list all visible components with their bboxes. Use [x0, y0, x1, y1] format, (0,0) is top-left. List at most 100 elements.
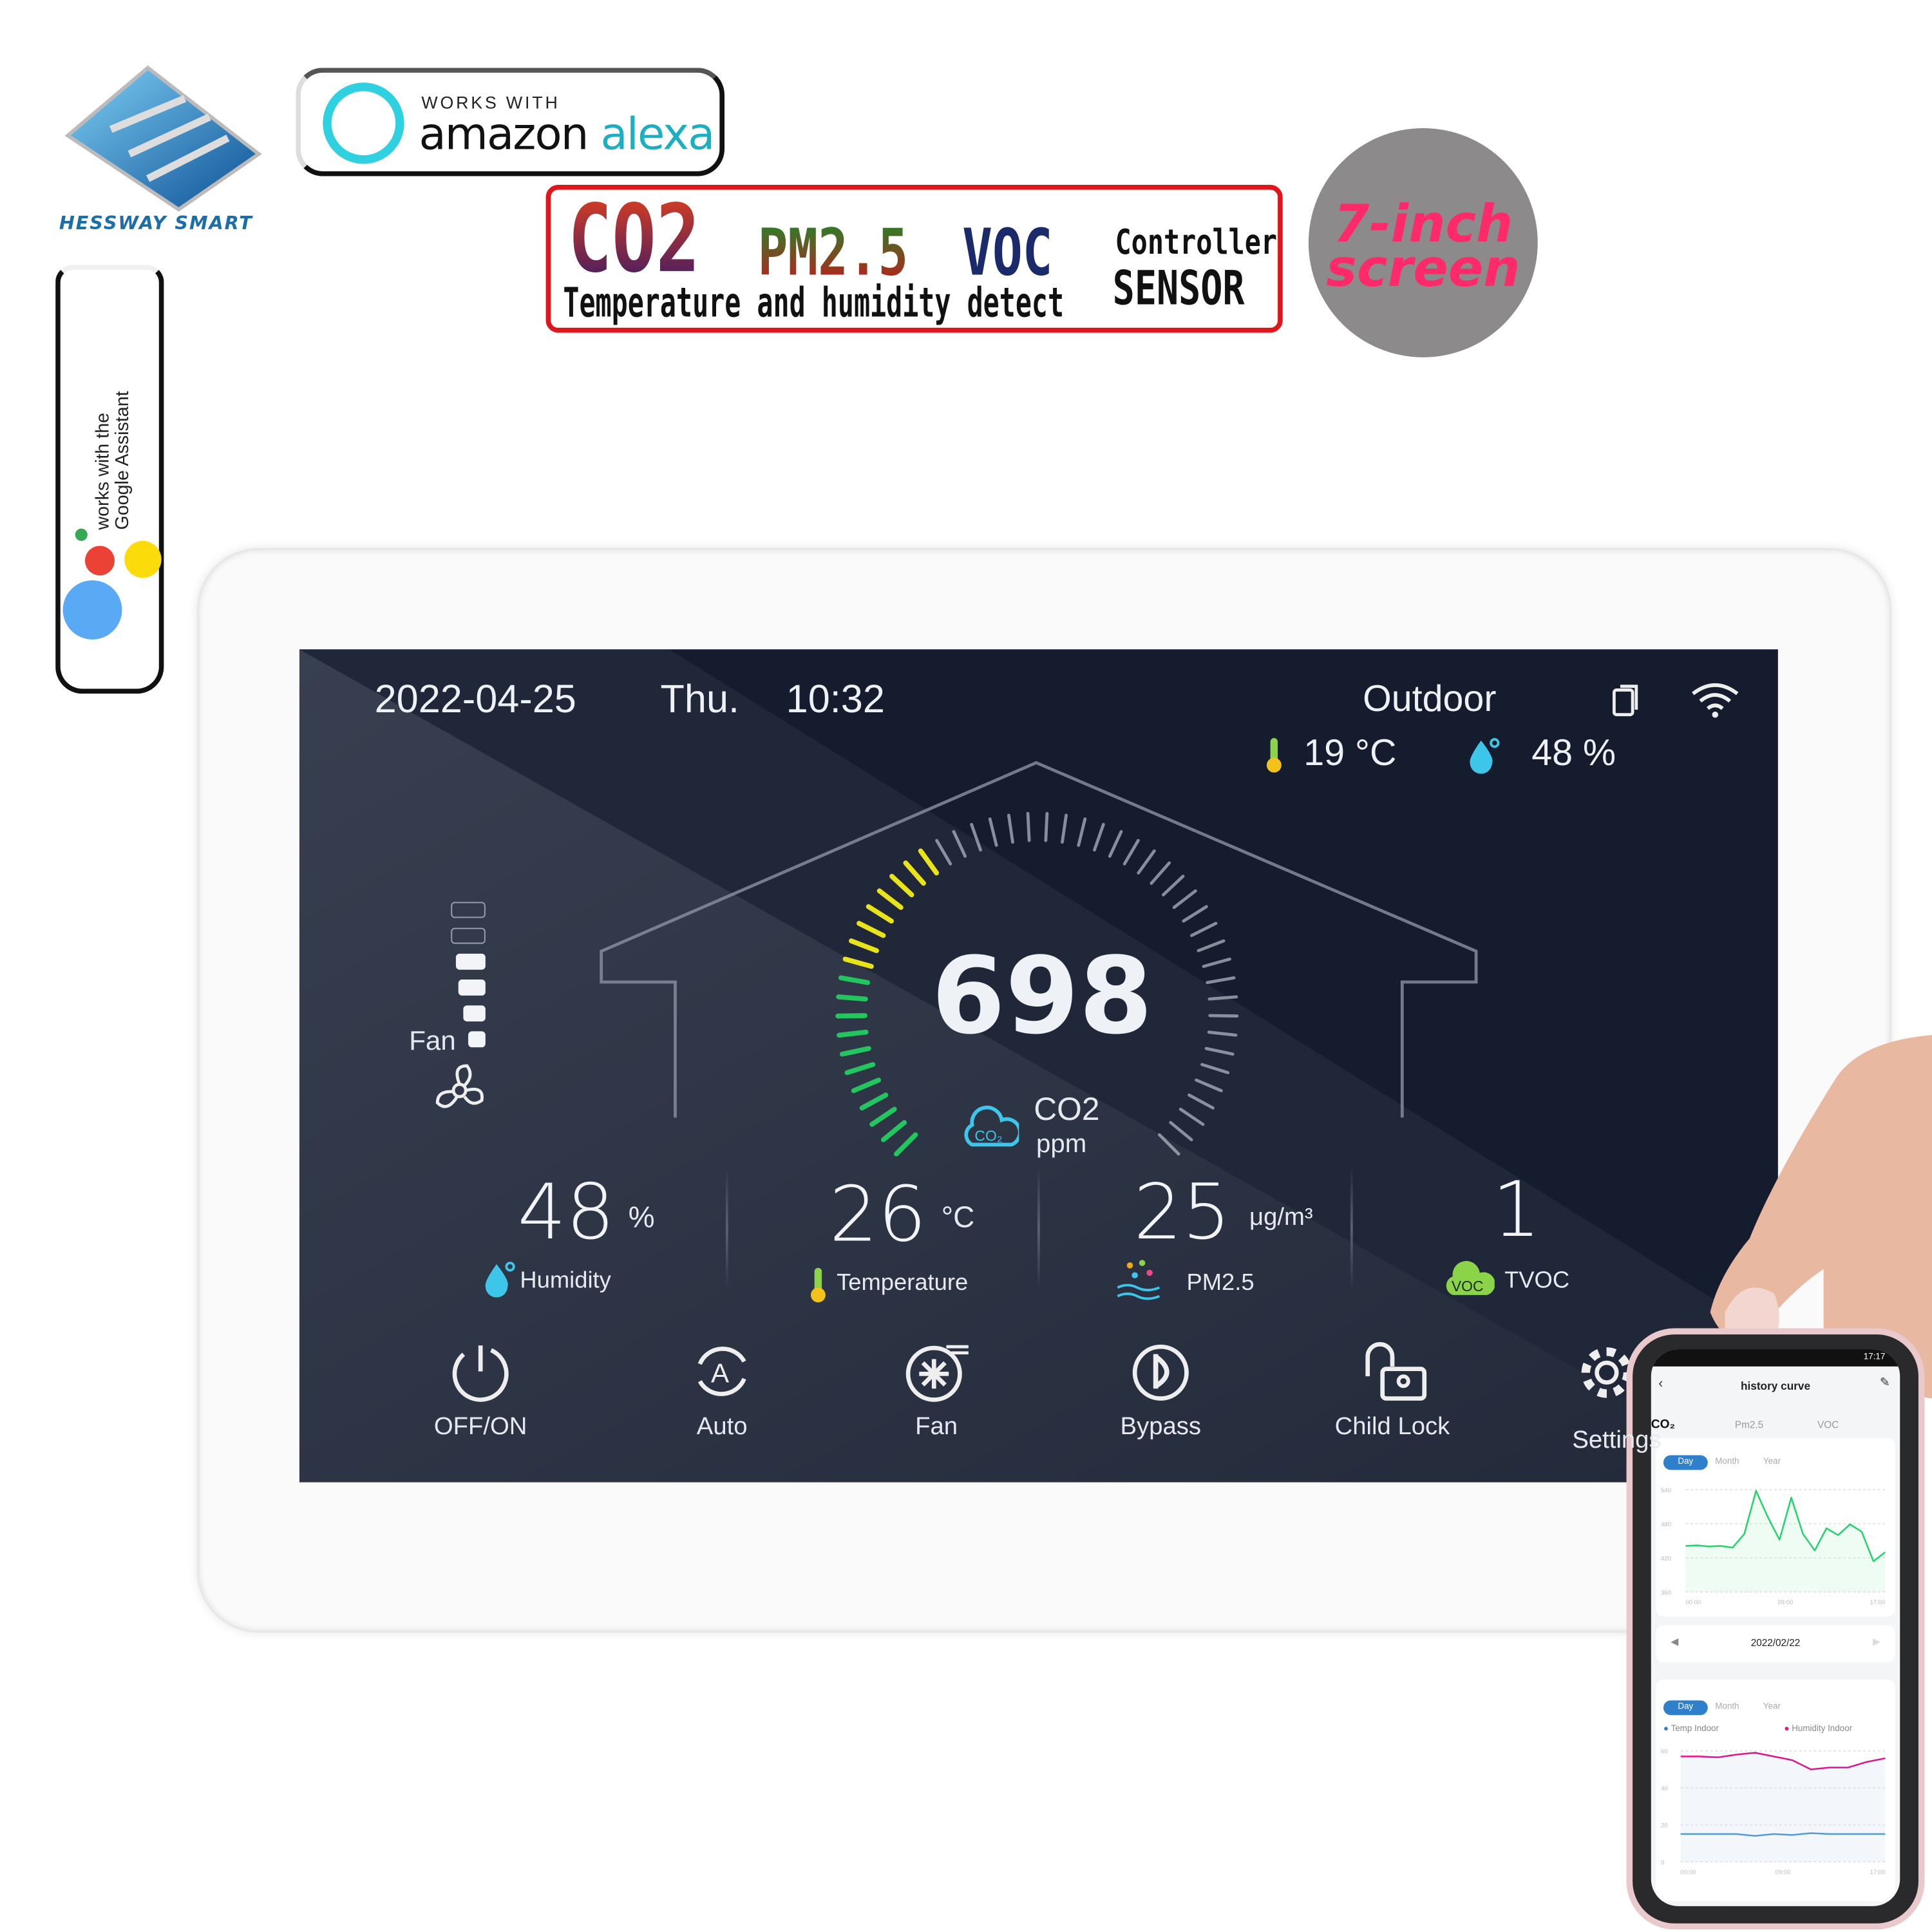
fan-level-bar[interactable] [458, 980, 486, 996]
gauge-tick [1206, 976, 1236, 985]
gauge-tick [1197, 939, 1226, 952]
pm25-unit: μg/m³ [1249, 1204, 1313, 1231]
bypass-label: Bypass [1120, 1413, 1202, 1441]
headline-co2: CO2 [568, 184, 700, 294]
headline-box: CO2 PM2.5 VOC Controller SENSOR Temperat… [545, 184, 1283, 333]
fan-level-bar[interactable] [463, 1005, 486, 1022]
temperature-unit: °C [941, 1201, 975, 1235]
gauge-tick [1202, 957, 1231, 969]
range-day[interactable]: Day [1663, 1455, 1708, 1470]
phone-screen: 17:17 ‹ history curve ✎ CO₂ Pm2.5 VOC Da… [1651, 1349, 1900, 1906]
tab-pm25[interactable]: Pm2.5 [1735, 1419, 1763, 1430]
product-image: HESSWAY SMART WORKS WITH amazon alexa CO… [0, 0, 1932, 1932]
child-lock-button[interactable]: Child Lock [1306, 1340, 1479, 1442]
hessway-logo [64, 65, 262, 212]
copy-icon[interactable] [1611, 683, 1643, 719]
y-tick-label: 540 [1661, 1487, 1671, 1494]
headline-controller: Controller [1115, 222, 1278, 263]
gauge-tick [836, 994, 868, 1002]
range-month[interactable]: Month [1715, 1457, 1739, 1466]
date: 2022-04-25 [374, 676, 576, 721]
range-month-2[interactable]: Month [1715, 1703, 1739, 1711]
series-area [1685, 1490, 1886, 1592]
series-area [1680, 1752, 1886, 1862]
gauge-tick [1172, 889, 1197, 909]
pm25-label: PM2.5 [1186, 1270, 1255, 1296]
time: 10:32 [786, 676, 885, 721]
weekday: Thu. [660, 676, 740, 721]
screen-size-badge: 7-inch screen [1308, 128, 1538, 357]
child-lock-icon [1365, 1342, 1427, 1401]
x-tick-label: 09:00 [1777, 1599, 1793, 1606]
device-screen: 2022-04-25 Thu. 10:32 Outdoor 19 °C 48 %… [299, 649, 1778, 1482]
metric-divider [725, 1166, 728, 1291]
wifi-icon[interactable] [1689, 681, 1741, 718]
google-dot-yellow [124, 540, 162, 578]
range-year[interactable]: Year [1763, 1457, 1781, 1466]
auto-label: Auto [696, 1413, 748, 1441]
y-tick-label: 360 [1661, 1589, 1671, 1596]
power-icon [452, 1345, 509, 1402]
legend-temp: ● Temp Indoor [1663, 1725, 1719, 1734]
humidity-unit: % [628, 1201, 655, 1235]
fan-level-bar[interactable] [455, 953, 486, 970]
range-day-2[interactable]: Day [1663, 1700, 1708, 1716]
bypass-icon [1132, 1344, 1189, 1401]
headline-sensor: SENSOR [1112, 261, 1245, 316]
legend-temp-label: Temp Indoor [1671, 1725, 1719, 1734]
co2-value: 698 [931, 935, 1153, 1059]
pm25-icon [1117, 1260, 1160, 1300]
humidity-icon [1470, 738, 1500, 774]
child-lock-label: Child Lock [1334, 1413, 1450, 1441]
tab-voc[interactable]: VOC [1817, 1419, 1839, 1430]
phone-date: 2022/02/22 [1750, 1637, 1801, 1649]
gauge-tick [1026, 811, 1031, 842]
pm25-value: 25 [1133, 1166, 1231, 1257]
outdoor-humidity: 48 % [1531, 733, 1616, 774]
humidity-label: Humidity [520, 1267, 611, 1294]
phone-status-time: 17:17 [1863, 1352, 1886, 1362]
climate-history-chart: 60 40 20 0 00:00 09:00 17:00 [1661, 1748, 1886, 1876]
fan-level-bar[interactable] [451, 927, 486, 944]
fan-mode-icon [905, 1345, 969, 1402]
power-button[interactable]: OFF/ON [394, 1340, 567, 1442]
google-badge-text: works with the Google Assistant [92, 320, 133, 530]
auto-icon: A [697, 1347, 746, 1396]
gauge-tick [1093, 822, 1105, 852]
fan-level-bar[interactable] [468, 1031, 486, 1048]
google-line1: works with the [92, 412, 114, 530]
tvoc-label: TVOC [1504, 1267, 1570, 1294]
google-assistant-badge: works with the Google Assistant [55, 265, 164, 694]
y-tick-label: 480 [1661, 1521, 1671, 1528]
svg-text:CO₂: CO₂ [974, 1128, 1002, 1144]
fan-level-bar[interactable] [451, 902, 486, 918]
gauge-tick [1122, 838, 1140, 866]
co2-unit: ppm [1036, 1130, 1087, 1159]
y-tick-label: 0 [1661, 1859, 1664, 1866]
auto-button[interactable]: A Auto [636, 1340, 808, 1442]
next-date-icon[interactable]: ▶ [1873, 1636, 1880, 1647]
headline-subtitle: Temperature and humidity detect [563, 278, 1065, 327]
power-label: OFF/ON [433, 1413, 527, 1441]
edit-icon[interactable]: ✎ [1880, 1376, 1890, 1390]
gauge-tick [1190, 922, 1218, 938]
fan-mode-label: Fan [915, 1413, 958, 1441]
svg-text:A: A [711, 1358, 729, 1388]
co2-history-chart: 540 480 420 360 00:00 09:00 17:00 [1661, 1487, 1886, 1606]
google-dot-green [75, 528, 88, 541]
x-tick-label: 00:00 [1681, 1869, 1696, 1876]
fan-mode-button[interactable]: Fan [850, 1340, 1023, 1442]
temperature-value: 26 [829, 1169, 927, 1260]
bypass-button[interactable]: Bypass [1074, 1340, 1247, 1442]
svg-text:VOC: VOC [1452, 1278, 1484, 1294]
gauge-tick [1108, 829, 1123, 858]
temperature-label: Temperature [837, 1270, 969, 1296]
x-tick-label: 09:00 [1776, 1869, 1791, 1876]
fan-icon [435, 1064, 484, 1108]
range-year-2[interactable]: Year [1763, 1703, 1781, 1711]
google-line2: Google Assistant [112, 391, 133, 530]
voc-icon: VOC [1446, 1261, 1495, 1295]
x-tick-label: 17:00 [1870, 1599, 1885, 1606]
y-tick-label: 60 [1661, 1748, 1668, 1756]
settings-label-visible-part: Setti [1572, 1426, 1622, 1454]
